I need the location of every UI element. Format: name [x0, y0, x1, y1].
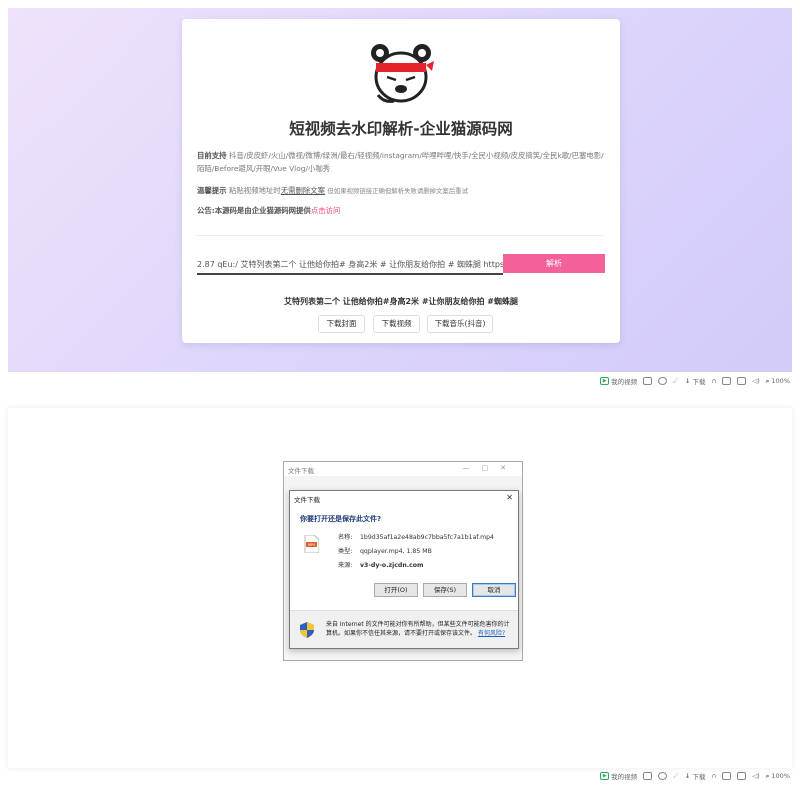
- my-videos-item[interactable]: ▶ 我的视频: [600, 376, 637, 386]
- dialog-question: 你要打开还是保存此文件?: [300, 515, 382, 523]
- tip-line: 温馨提示 粘贴视频地址时无需删除文案 但如果视频链接正确但解析失败请删掉文案后重…: [197, 185, 609, 198]
- zoom-item-2[interactable]: ⌕ 100%: [766, 772, 790, 781]
- zoom-item[interactable]: ⌕ 100%: [766, 377, 790, 386]
- security-warning: 来自 Internet 的文件可能对你有所帮助，但某些文件可能危害你的计算机。如…: [326, 621, 510, 637]
- status-bar-2: ▶ 我的视频 ☄ ↓ 下载 ∩ ◁) ⌕ 100%: [600, 770, 790, 782]
- tip-text-2: 无需删除文案: [280, 186, 326, 195]
- download-screenshot: 文件下载 —□✕ 文件下载 ✕ 你要打开还是保存此文件? MP4 名称: 1b9d…: [8, 408, 792, 768]
- chat-icon[interactable]: [658, 377, 668, 385]
- video-title: 艾特列表第二个 让他给你拍#身高2米 #让你朋友给你拍 #蜘蛛腿: [283, 297, 519, 306]
- file-name: 1b9d35af1a2e48ab9c7bba5fc7a1b1af.mp4: [360, 534, 494, 541]
- screen-icon[interactable]: [737, 377, 747, 385]
- background-dialog-titlebar: 文件下载 —□✕: [284, 462, 522, 476]
- tip-text-1: 粘贴视频地址时: [228, 186, 281, 195]
- magnifier-icon: ⌕: [765, 771, 770, 780]
- open-button[interactable]: 打开(O): [374, 583, 418, 597]
- warning-footer: 来自 Internet 的文件可能对你有所帮助，但某些文件可能危害你的计算机。如…: [290, 610, 518, 648]
- bear-logo-icon: [371, 44, 434, 103]
- dialog-titlebar: 文件下载 ✕: [290, 491, 518, 505]
- copy-icon[interactable]: [722, 772, 732, 780]
- parse-button[interactable]: 解析: [503, 254, 605, 273]
- risk-link[interactable]: 有何风险?: [478, 630, 505, 637]
- cancel-button[interactable]: 取消: [472, 583, 516, 597]
- headset-icon[interactable]: ∩: [711, 772, 716, 780]
- volume-icon[interactable]: ◁): [752, 377, 760, 385]
- status-bar: ▶ 我的视频 ☄ ↓ 下载 ∩ ◁) ⌕ 100%: [600, 375, 790, 387]
- headset-icon[interactable]: ∩: [711, 377, 716, 385]
- window-controls-icon[interactable]: —□✕: [463, 464, 518, 472]
- download-icon: ↓: [685, 377, 691, 385]
- page-title: 短视频去水印解析-企业猫源码网: [289, 120, 513, 138]
- screen-icon[interactable]: [737, 772, 747, 780]
- mp4-file-icon: MP4: [304, 535, 319, 553]
- play-icon: ▶: [600, 377, 610, 385]
- svg-text:MP4: MP4: [308, 543, 316, 547]
- image-icon[interactable]: [643, 772, 653, 780]
- download-item[interactable]: ↓ 下载: [685, 376, 705, 386]
- magnifier-icon: ⌕: [765, 376, 770, 385]
- save-button[interactable]: 保存(S): [423, 583, 467, 597]
- volume-icon[interactable]: ◁): [752, 772, 760, 780]
- image-icon[interactable]: [643, 377, 653, 385]
- play-icon: ▶: [600, 772, 610, 780]
- website-screenshot: 短视频去水印解析-企业猫源码网 目前支持 抖音/皮皮虾/火山/微视/微博/绿洲/…: [8, 8, 792, 372]
- tip-label: 温馨提示: [197, 186, 227, 195]
- shield-icon: [300, 622, 314, 638]
- divider: [197, 235, 605, 236]
- download-item-2[interactable]: ↓ 下载: [685, 771, 705, 781]
- download-video-button[interactable]: 下载视频: [373, 315, 420, 333]
- file-download-dialog: 文件下载 ✕ 你要打开还是保存此文件? MP4 名称: 1b9d35af1a2e4…: [289, 490, 519, 649]
- notice-line: 公告:本源码是由企业猫源码网提供点击访问: [197, 205, 609, 218]
- support-label: 目前支持: [197, 151, 227, 160]
- tip-text-small: 但如果视频链接正确但解析失败请删掉文案后重试: [327, 187, 468, 195]
- notice-link[interactable]: 点击访问: [311, 206, 341, 215]
- close-icon[interactable]: ✕: [506, 493, 513, 502]
- game-icon[interactable]: ☄: [673, 377, 679, 385]
- file-source: v3-dy-o.zjcdn.com: [360, 562, 424, 569]
- my-videos-item-2[interactable]: ▶ 我的视频: [600, 771, 637, 781]
- download-music-button[interactable]: 下载音乐(抖音): [427, 315, 493, 333]
- video-url-input[interactable]: 2.87 qEu:/ 艾特列表第二个 让他给你拍# 身高2米 # 让你朋友给你拍…: [197, 255, 503, 275]
- support-text: 抖音/皮皮虾/火山/微视/微博/绿洲/最右/轻视频/instagram/哔哩哔哩…: [197, 151, 604, 173]
- chat-icon[interactable]: [658, 772, 668, 780]
- notice-text: 公告:本源码是由企业猫源码网提供: [197, 206, 311, 215]
- copy-icon[interactable]: [722, 377, 732, 385]
- dialog-title: 文件下载: [294, 496, 320, 504]
- parser-card: 短视频去水印解析-企业猫源码网 目前支持 抖音/皮皮虾/火山/微视/微博/绿洲/…: [182, 19, 620, 343]
- download-cover-button[interactable]: 下载封面: [318, 315, 365, 333]
- file-name-row: 名称: 1b9d35af1a2e48ab9c7bba5fc7a1b1af.mp4: [338, 534, 494, 541]
- game-icon[interactable]: ☄: [673, 772, 679, 780]
- file-type-row: 类型: qqplayer.mp4, 1.85 MB: [338, 548, 432, 555]
- download-icon: ↓: [685, 772, 691, 780]
- file-type: qqplayer.mp4, 1.85 MB: [360, 548, 432, 555]
- file-source-row: 来源: v3-dy-o.zjcdn.com: [338, 562, 424, 569]
- supported-platforms: 目前支持 抖音/皮皮虾/火山/微视/微博/绿洲/最右/轻视频/instagram…: [197, 150, 609, 175]
